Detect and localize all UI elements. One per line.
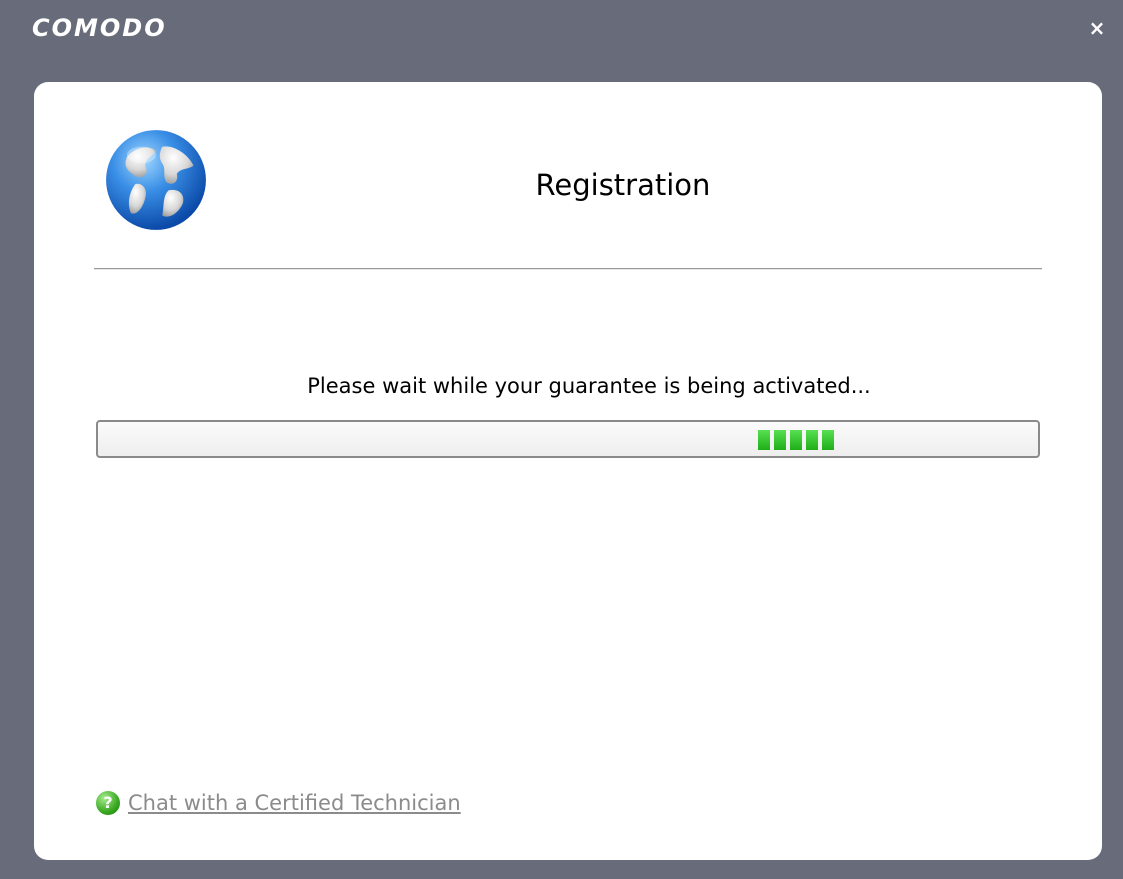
chat-technician-link[interactable]: ? Chat with a Certified Technician: [96, 791, 461, 815]
activation-progress-bar: [96, 420, 1040, 458]
page-title: Registration: [535, 168, 711, 202]
progress-indicator: [758, 430, 834, 450]
progress-segment: [790, 430, 802, 450]
progress-segment: [822, 430, 834, 450]
divider: [94, 268, 1042, 270]
chat-link-label[interactable]: Chat with a Certified Technician: [128, 791, 461, 815]
status-message: Please wait while your guarantee is bein…: [307, 374, 871, 398]
progress-segment: [758, 430, 770, 450]
progress-segment: [806, 430, 818, 450]
progress-segment: [774, 430, 786, 450]
close-button[interactable]: ×: [1085, 16, 1109, 40]
help-icon: ?: [96, 791, 120, 815]
content-panel: Registration Please wait while your guar…: [34, 82, 1102, 860]
brand-logo: COMODO: [32, 14, 167, 42]
title-bar: COMODO ×: [0, 0, 1123, 72]
registration-window: COMODO × Registration Please wait while …: [0, 0, 1123, 879]
